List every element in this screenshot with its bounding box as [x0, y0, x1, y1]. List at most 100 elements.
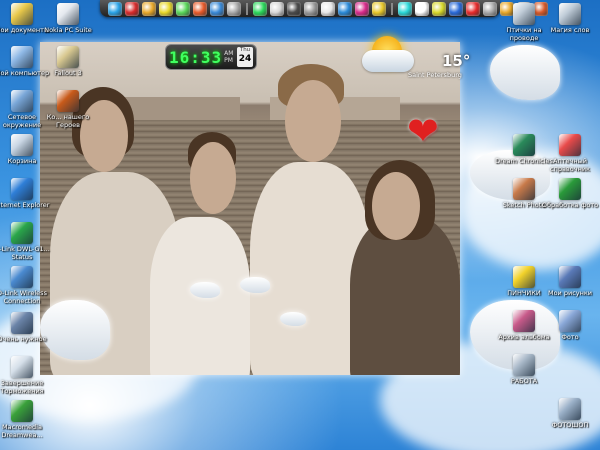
desktop-shortcut-label: Магия слов: [550, 26, 590, 34]
nokia-pc-suite-icon: [57, 3, 79, 25]
simpsons-icon: [513, 266, 535, 288]
dove: [280, 312, 306, 326]
dock-app-icon[interactable]: [466, 1, 480, 16]
person-4-face: [372, 172, 420, 240]
shutdown-icon: [11, 356, 33, 378]
dock-app-icon[interactable]: [432, 1, 446, 16]
top-dock: [100, 0, 548, 17]
dock-app-icon[interactable]: [338, 1, 352, 16]
dock-app-icon[interactable]: [321, 1, 335, 16]
dock-app-icon[interactable]: [449, 1, 463, 16]
desktop-shortcut-label: Ко... нашего Героев: [46, 113, 90, 129]
desktop-shortcut-fallout[interactable]: Fallout 3: [38, 46, 98, 77]
desktop-shortcut-recycle-bin[interactable]: Корзина: [0, 134, 52, 165]
desktop-shortcut-label: Завершение Торможения: [0, 379, 44, 395]
dlink-connection-icon: [11, 266, 33, 288]
desktop-shortcut-photoshop[interactable]: ФОТОШОП: [540, 398, 600, 429]
dock-separator: [391, 2, 393, 15]
desktop-shortcut-label: Фото: [561, 333, 579, 341]
dock-app-icon[interactable]: [253, 1, 267, 16]
folder-icon: [11, 312, 33, 334]
desktop-shortcut-label: Аптечный справочник: [550, 157, 590, 173]
desktop-shortcut-label: Обработка фото: [541, 201, 599, 209]
dock-app-icon[interactable]: [372, 1, 386, 16]
dock-app-icon[interactable]: [415, 1, 429, 16]
desktop-shortcut-label: Мои рисунки: [547, 289, 593, 297]
dock-app-icon[interactable]: [270, 1, 284, 16]
dock-app-icon[interactable]: [193, 1, 207, 16]
internet-explorer-icon: [11, 178, 33, 200]
desktop-shortcut-photo-folder[interactable]: Фото: [540, 310, 600, 341]
dock-app-icon[interactable]: [304, 1, 318, 16]
desktop-shortcut-work[interactable]: РАБОТА: [494, 354, 554, 385]
desktop-shortcut-label: РАБОТА: [510, 377, 538, 385]
desktop-shortcut-my-drawings[interactable]: Мои рисунки: [540, 266, 600, 297]
desktop-shortcut-label: Fallout 3: [54, 69, 82, 77]
work-icon: [513, 354, 535, 376]
weather-temperature[interactable]: 15°: [442, 52, 470, 70]
dock-app-icon[interactable]: [398, 1, 412, 16]
desktop-shortcut-magic-words[interactable]: Магия слов: [540, 3, 600, 34]
my-documents-icon: [11, 3, 33, 25]
photo-folder-icon: [559, 310, 581, 332]
desktop-shortcut-label: Internet Explorer: [0, 201, 50, 209]
desktop-shortcut-macromedia-dreamweaver[interactable]: Macromedia Dreamwea...: [0, 400, 52, 439]
desktop-shortcut-heroes[interactable]: Ко... нашего Героев: [38, 90, 98, 129]
desktop-shortcut-dlink-status[interactable]: D-Link DWL-G1... Status: [0, 222, 52, 261]
fallout-icon: [57, 46, 79, 68]
dove: [240, 277, 270, 293]
desktop-shortcut-label: D-Link DWL-G1... Status: [0, 245, 50, 261]
person-3-face: [285, 80, 341, 162]
my-computer-icon: [11, 46, 33, 68]
dock-app-icon[interactable]: [227, 1, 241, 16]
desktop-shortcut-shutdown[interactable]: Завершение Торможения: [0, 356, 52, 395]
dock-app-icon[interactable]: [287, 1, 301, 16]
person-4: [350, 217, 460, 375]
dove: [190, 282, 220, 298]
clock-day-name: Thu: [239, 47, 251, 53]
archive-icon: [513, 310, 535, 332]
dream-chronicles-icon: [513, 134, 535, 156]
magic-words-icon: [559, 3, 581, 25]
desktop-shortcut-folder[interactable]: Очень нужное: [0, 312, 52, 343]
gallery-icon: [559, 178, 581, 200]
clock-time: 16:33: [169, 47, 223, 67]
cloud-icon: [362, 50, 414, 72]
clock-date: Thu 24: [237, 47, 253, 67]
desktop-shortcut-label: Очень нужное: [0, 335, 47, 343]
dock-app-icon[interactable]: [159, 1, 173, 16]
desktop-shortcut-nokia-pc-suite[interactable]: Nokia PC Suite: [38, 3, 98, 34]
dock-app-icon[interactable]: [355, 1, 369, 16]
dlink-status-icon: [11, 222, 33, 244]
desktop: 16:33 AM PM Thu 24 15° Saint Petersburg ❤…: [0, 0, 600, 450]
desktop-shortcut-label: Macromedia Dreamwea...: [1, 423, 43, 439]
desktop-shortcut-gallery[interactable]: Обработка фото: [540, 178, 600, 209]
pharmacy-icon: [559, 134, 581, 156]
letters-icon: [513, 3, 535, 25]
desktop-shortcut-dlink-connection[interactable]: D-Link Wireless Connection: [0, 266, 52, 305]
my-drawings-icon: [559, 266, 581, 288]
dock-app-icon[interactable]: [210, 1, 224, 16]
dove: [490, 45, 560, 100]
weather-city: Saint Petersburg: [408, 71, 462, 79]
desktop-shortcut-pharmacy[interactable]: Аптечный справочник: [540, 134, 600, 173]
macromedia-dreamweaver-icon: [11, 400, 33, 422]
dock-app-icon[interactable]: [108, 1, 122, 16]
dock-app-icon[interactable]: [142, 1, 156, 16]
clock-am-pm: AM PM: [224, 50, 234, 64]
heart-icon: ❤: [407, 109, 439, 153]
heroes-icon: [57, 90, 79, 112]
desktop-shortcut-label: Nokia PC Suite: [44, 26, 92, 34]
photo-icon: [513, 178, 535, 200]
recycle-bin-icon: [11, 134, 33, 156]
desktop-shortcut-internet-explorer[interactable]: Internet Explorer: [0, 178, 52, 209]
desktop-shortcut-label: ФОТОШОП: [551, 421, 589, 429]
desktop-shortcut-label: D-Link Wireless Connection: [0, 289, 47, 305]
clock-widget[interactable]: 16:33 AM PM Thu 24: [165, 44, 257, 70]
clock-day-number: 24: [238, 54, 252, 64]
dock-app-icon[interactable]: [176, 1, 190, 16]
desktop-shortcut-label: Корзина: [7, 157, 37, 165]
dock-app-icon[interactable]: [125, 1, 139, 16]
photoshop-icon: [559, 398, 581, 420]
network-places-icon: [11, 90, 33, 112]
